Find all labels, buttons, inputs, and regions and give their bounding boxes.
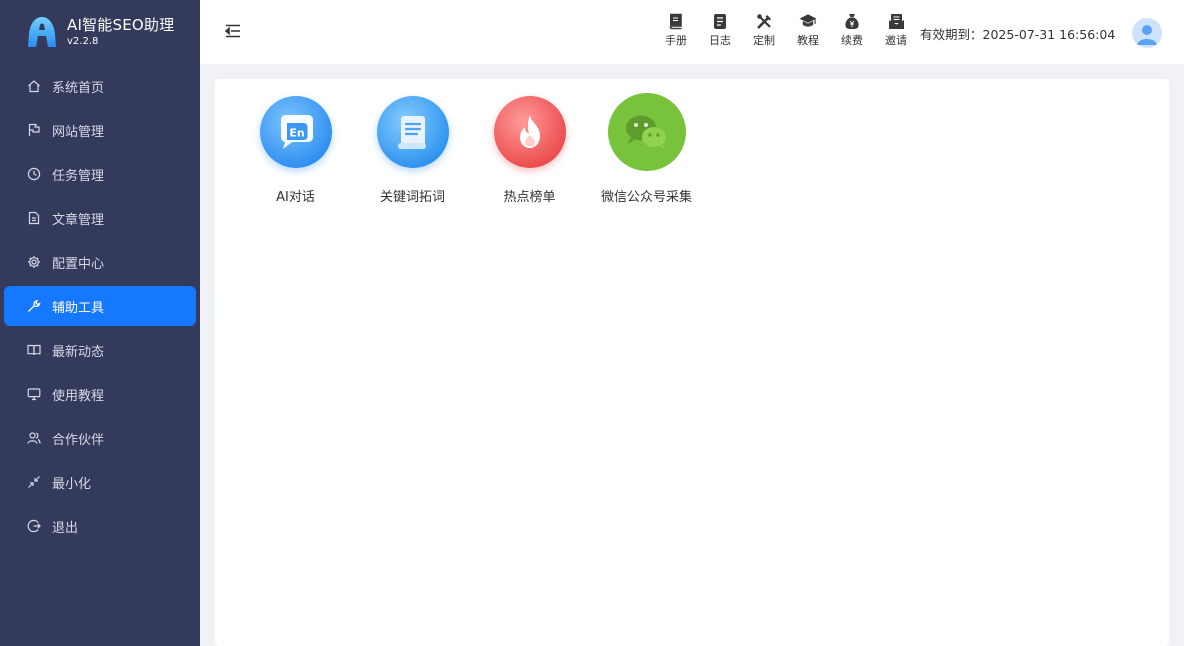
flag-icon: [26, 123, 41, 138]
app-ai-chat[interactable]: En AI对话: [237, 96, 354, 205]
tool-label: 续费: [841, 34, 863, 47]
expiry-label: 有效期到：: [920, 27, 983, 42]
sidebar-item-label: 任务管理: [52, 168, 105, 184]
wrench-icon: [26, 299, 41, 314]
user-icon: [1137, 25, 1157, 45]
manual-icon: [667, 12, 685, 30]
top-header: 手册 日志 定制 教程 续费 邀请 有效期到：2025-07-31 16:56:…: [200, 0, 1184, 64]
tool-label: 邀请: [885, 34, 907, 47]
invite-icon: [887, 12, 905, 30]
tool-label: 教程: [797, 34, 819, 47]
gear-icon: [26, 255, 41, 270]
customize-button[interactable]: 定制: [742, 12, 786, 47]
minimize-icon: [26, 475, 41, 490]
invite-button[interactable]: 邀请: [874, 12, 918, 47]
app-wechat-collect[interactable]: 微信公众号采集: [588, 93, 705, 205]
tutorial-button[interactable]: 教程: [786, 12, 830, 47]
sidebar-item-label: 合作伙伴: [52, 432, 105, 448]
sidebar-item-articles[interactable]: 文章管理: [4, 198, 196, 238]
wechat-icon: [607, 93, 686, 171]
main-content: En AI对话 关键词拓词 热点榜单 微信公众号采集: [215, 79, 1169, 646]
header-toolbar: 手册 日志 定制 教程 续费 邀请: [654, 12, 918, 47]
app-label: AI对话: [276, 190, 315, 205]
sidebar-item-label: 最新动态: [52, 344, 105, 360]
sidebar-item-tasks[interactable]: 任务管理: [4, 154, 196, 194]
sidebar-item-partners[interactable]: 合作伙伴: [4, 418, 196, 458]
customize-icon: [755, 12, 773, 30]
sidebar-item-minimize[interactable]: 最小化: [4, 462, 196, 502]
ai-chat-icon: En: [259, 96, 332, 168]
tool-label: 手册: [665, 34, 687, 47]
tool-grid: En AI对话 关键词拓词 热点榜单 微信公众号采集: [215, 79, 1169, 205]
tool-label: 日志: [709, 34, 731, 47]
sidebar-item-news[interactable]: 最新动态: [4, 330, 196, 370]
money-bag-icon: [843, 12, 861, 30]
sidebar-item-label: 最小化: [52, 476, 92, 492]
sidebar-item-tools[interactable]: 辅助工具: [4, 286, 196, 326]
hot-flame-icon: [493, 96, 566, 168]
app-hot-list[interactable]: 热点榜单: [471, 96, 588, 205]
sidebar-item-sites[interactable]: 网站管理: [4, 110, 196, 150]
app-version: v2.2.8: [67, 36, 99, 47]
sidebar-item-label: 配置中心: [52, 256, 105, 272]
sidebar-item-label: 退出: [52, 520, 79, 536]
sidebar-item-label: 文章管理: [52, 212, 105, 228]
tool-label: 定制: [753, 34, 775, 47]
brand-logo-icon: [28, 17, 56, 47]
collapse-menu-icon[interactable]: [224, 22, 242, 40]
sidebar-item-home[interactable]: 系统首页: [4, 66, 196, 106]
svg-text:En: En: [289, 127, 304, 140]
log-button[interactable]: 日志: [698, 12, 742, 47]
app-label: 微信公众号采集: [600, 190, 692, 205]
sidebar-item-logout[interactable]: 退出: [4, 506, 196, 546]
expiry-datetime: 2025-07-31 16:56:04: [982, 27, 1116, 42]
log-icon: [711, 12, 729, 30]
sidebar-item-label: 使用教程: [52, 388, 105, 404]
app-title: AI智能SEO助理: [67, 16, 175, 34]
monitor-icon: [26, 387, 41, 402]
avatar[interactable]: [1132, 18, 1162, 48]
sidebar-menu: 系统首页 网站管理 任务管理 文章管理 配置中心 辅助工具 最新动态 使用教程: [0, 66, 200, 546]
book-icon: [26, 343, 41, 358]
renew-button[interactable]: 续费: [830, 12, 874, 47]
sidebar-item-label: 网站管理: [52, 124, 105, 140]
sidebar-item-tutorial[interactable]: 使用教程: [4, 374, 196, 414]
app-label: 热点榜单: [503, 190, 556, 205]
document-icon: [26, 211, 41, 226]
users-icon: [26, 431, 41, 446]
keyword-scroll-icon: [376, 96, 449, 168]
home-icon: [26, 79, 41, 94]
app-label: 关键词拓词: [379, 190, 445, 205]
clock-icon: [26, 167, 41, 182]
sidebar-item-label: 辅助工具: [52, 300, 105, 316]
logout-icon: [26, 519, 41, 534]
app-keyword-expansion[interactable]: 关键词拓词: [354, 96, 471, 205]
sidebar-item-config[interactable]: 配置中心: [4, 242, 196, 282]
manual-button[interactable]: 手册: [654, 12, 698, 47]
sidebar: AI智能SEO助理 v2.2.8 系统首页 网站管理 任务管理 文章管理 配置中…: [0, 0, 200, 646]
graduation-cap-icon: [799, 12, 817, 30]
brand: AI智能SEO助理 v2.2.8: [0, 0, 200, 64]
sidebar-item-label: 系统首页: [52, 80, 105, 96]
expiry-info: 有效期到：2025-07-31 16:56:04: [920, 24, 1115, 43]
